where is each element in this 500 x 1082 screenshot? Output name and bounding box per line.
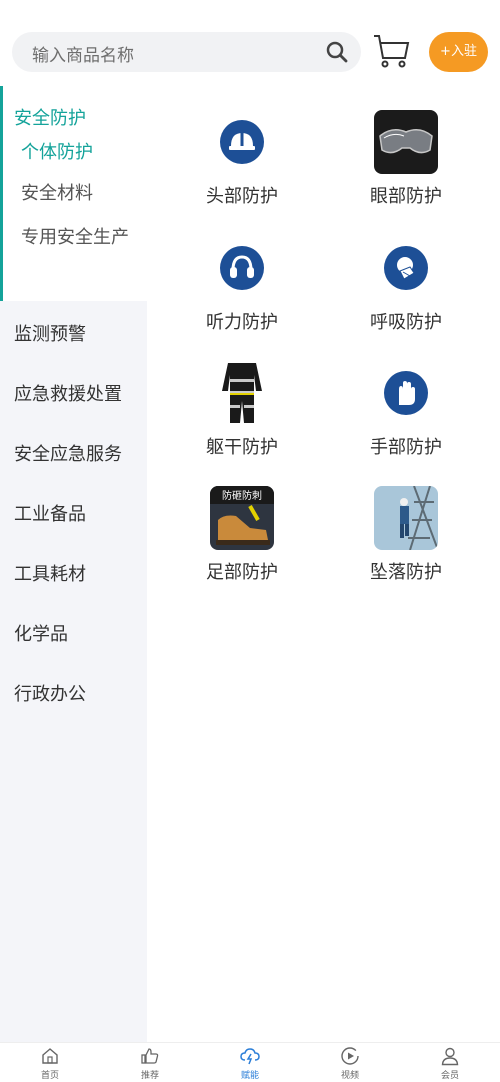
grid-label: 足部防护 <box>206 562 278 583</box>
sidebar-item-tools[interactable]: 工具耗材 <box>14 560 86 586</box>
grid-item-respiratory-protection[interactable]: 呼吸防护 <box>336 236 476 346</box>
category-sidebar: 安全防护 个体防护 安全材料 专用安全生产 监测预警 应急救援处置 安全应急服务… <box>0 86 147 1042</box>
grid-label: 手部防护 <box>370 437 442 458</box>
grid-label: 听力防护 <box>206 312 278 333</box>
nav-home[interactable]: 首页 <box>20 1046 80 1081</box>
nav-label: 会员 <box>440 1071 459 1081</box>
sidebar-item-monitoring[interactable]: 监测预警 <box>14 320 86 346</box>
grid-label: 头部防护 <box>206 186 278 207</box>
cart-icon[interactable] <box>372 32 410 70</box>
glove-icon <box>384 371 428 415</box>
nav-recommend[interactable]: 推荐 <box>120 1046 180 1081</box>
sidebar-subitem-special-safety-production[interactable]: 专用安全生产 <box>21 223 131 253</box>
nav-video[interactable]: 视频 <box>320 1046 380 1081</box>
grid-label: 坠落防护 <box>370 562 442 583</box>
search-placeholder: 输入商品名称 <box>32 46 134 66</box>
thumbs-up-icon <box>141 1048 159 1064</box>
home-icon <box>42 1048 58 1064</box>
grid-item-hand-protection[interactable]: 手部防护 <box>336 361 476 471</box>
nav-label: 赋能 <box>240 1071 259 1081</box>
sidebar-category-safety[interactable]: 安全防护 <box>14 104 86 130</box>
grid-label: 眼部防护 <box>370 186 442 207</box>
nav-member[interactable]: 会员 <box>420 1046 480 1081</box>
sidebar-item-office[interactable]: 行政办公 <box>14 680 86 706</box>
sidebar-item-emergency-service[interactable]: 安全应急服务 <box>14 440 122 466</box>
nav-label: 推荐 <box>140 1071 159 1081</box>
grid-label: 躯干防护 <box>206 437 278 458</box>
ear-protection-icon <box>220 246 264 290</box>
nav-empower[interactable]: 赋能 <box>220 1046 280 1081</box>
respirator-icon <box>384 246 428 290</box>
nav-label: 首页 <box>40 1071 59 1081</box>
sidebar-subitem-safety-materials[interactable]: 安全材料 <box>21 179 131 209</box>
grid-item-fall-protection[interactable]: 坠落防护 <box>336 486 476 596</box>
grid-item-head-protection[interactable]: 头部防护 <box>172 110 312 220</box>
user-icon <box>441 1047 459 1066</box>
grid-item-foot-protection[interactable]: 防砸防刺 足部防护 <box>172 486 312 596</box>
sidebar-active-group: 安全防护 个体防护 安全材料 专用安全生产 <box>0 86 147 301</box>
grid-item-torso-protection[interactable]: 躯干防护 <box>172 361 312 471</box>
search-input[interactable]: 输入商品名称 <box>12 32 361 72</box>
grid-label: 呼吸防护 <box>370 312 442 333</box>
sidebar-item-chemicals[interactable]: 化学品 <box>14 620 68 646</box>
helmet-icon <box>220 120 264 164</box>
grid-item-eye-protection[interactable]: 眼部防护 <box>336 110 476 220</box>
play-icon <box>341 1047 359 1065</box>
sidebar-item-emergency-rescue[interactable]: 应急救援处置 <box>14 380 122 406</box>
sidebar-subitem-personal-protection[interactable]: 个体防护 <box>21 138 131 168</box>
boot-photo-text: 防砸防刺 <box>222 489 262 502</box>
bottom-nav: 首页 推荐 赋能 视频 会员 <box>0 1042 500 1082</box>
search-icon[interactable] <box>325 40 349 64</box>
sidebar-item-industrial-spares[interactable]: 工业备品 <box>14 500 86 526</box>
suit-photo <box>210 361 274 425</box>
grid-item-hearing-protection[interactable]: 听力防护 <box>172 236 312 346</box>
join-button[interactable]: +入驻 <box>429 32 488 72</box>
nav-label: 视频 <box>340 1071 359 1081</box>
header: 输入商品名称 +入驻 <box>0 0 500 86</box>
climber-photo <box>374 486 438 550</box>
boot-photo: 防砸防刺 <box>210 486 274 550</box>
cloud-energy-icon <box>240 1048 260 1065</box>
goggles-photo <box>374 110 438 174</box>
